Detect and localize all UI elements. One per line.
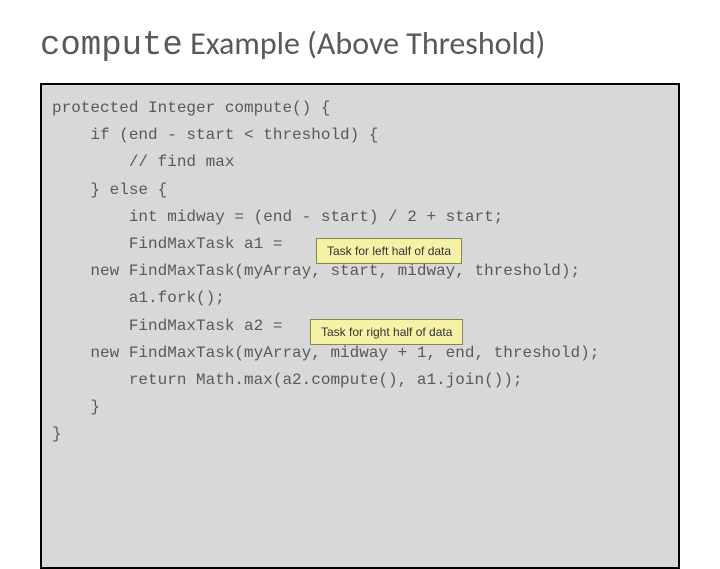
code-line: protected Integer compute() { (52, 95, 668, 122)
code-line: a1.fork(); (52, 285, 668, 312)
slide-title: compute Example (Above Threshold) (40, 24, 680, 65)
code-line: return Math.max(a2.compute(), a1.join())… (52, 367, 668, 394)
title-mono: compute (40, 27, 183, 65)
callout-right-half: Task for right half of data (310, 319, 463, 345)
code-line: } (52, 394, 668, 421)
title-rest: Example (Above Threshold) (183, 24, 546, 63)
code-line: int midway = (end - start) / 2 + start; (52, 204, 668, 231)
code-line: } else { (52, 177, 668, 204)
code-line: } (52, 421, 668, 448)
callout-left-half: Task for left half of data (316, 238, 462, 264)
code-line: // find max (52, 149, 668, 176)
code-line: if (end - start < threshold) { (52, 122, 668, 149)
code-block: protected Integer compute() { if (end - … (40, 83, 680, 569)
slide: compute Example (Above Threshold) protec… (0, 0, 720, 540)
